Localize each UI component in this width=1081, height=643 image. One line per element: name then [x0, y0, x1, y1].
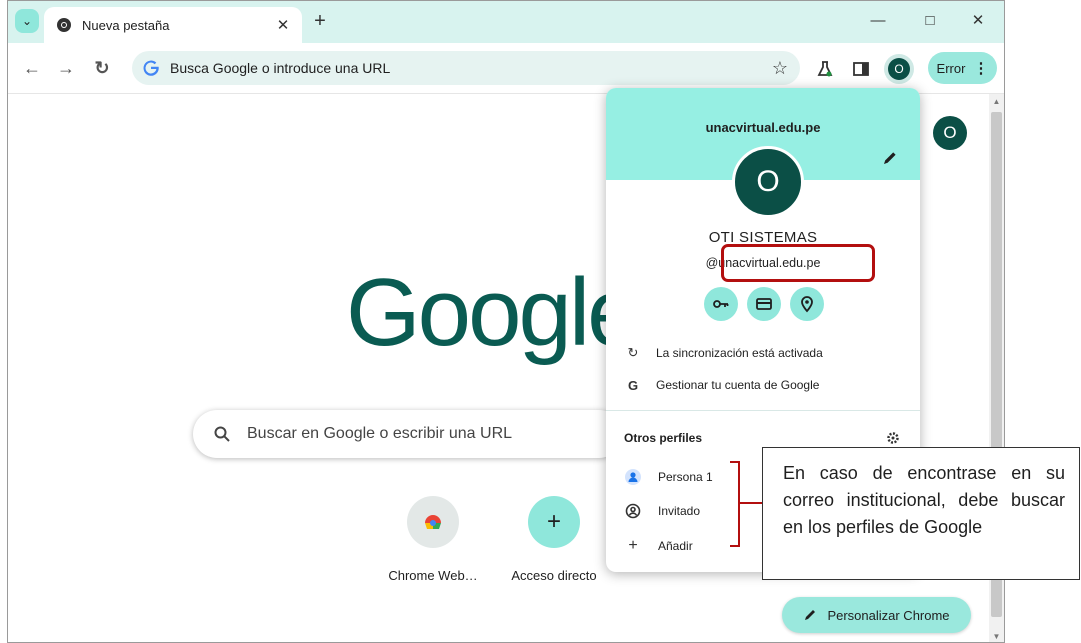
search-icon	[214, 426, 230, 442]
divider	[606, 410, 920, 411]
location-pin-icon	[801, 296, 813, 313]
passwords-button[interactable]	[704, 287, 738, 321]
tab-title: Nueva pestaña	[82, 17, 170, 33]
tab-new-tab[interactable]: Nueva pestaña ✕	[44, 7, 302, 43]
search-input[interactable]: Buscar en Google o escribir una URL	[193, 410, 623, 458]
profile-label: Invitado	[658, 504, 701, 518]
back-button[interactable]: ←	[20, 57, 44, 79]
edit-pencil-icon[interactable]	[882, 150, 898, 166]
google-g-icon	[142, 59, 160, 77]
personalize-label: Personalizar Chrome	[827, 607, 950, 623]
profile-label: Persona 1	[658, 470, 713, 484]
avatar: O	[732, 146, 804, 218]
sync-status-row[interactable]: ↻ La sincronización está activada	[606, 340, 920, 366]
tab-strip: ⌄ Nueva pestaña ✕ + — □ ✕	[8, 1, 1004, 43]
new-tab-button[interactable]: +	[308, 10, 332, 32]
shortcut-label: Acceso directo	[511, 568, 597, 583]
guest-icon	[624, 503, 642, 519]
scroll-up-icon[interactable]: ▲	[989, 97, 1004, 106]
omnibox-text: Busca Google o introduce una URL	[170, 60, 391, 76]
bracket-connector	[740, 502, 762, 504]
shortcut-label: Chrome Web…	[388, 568, 478, 583]
gear-icon[interactable]	[886, 431, 900, 445]
tab-search-button[interactable]: ⌄	[15, 9, 39, 33]
payment-card-icon	[756, 298, 772, 310]
personalize-chrome-button[interactable]: Personalizar Chrome	[782, 597, 971, 633]
maximize-button[interactable]: □	[910, 9, 950, 33]
person-icon	[624, 469, 642, 485]
annotation-callout: En caso de encontrase en su correo insti…	[762, 447, 1080, 580]
pencil-icon	[805, 610, 816, 620]
chrome-icon	[56, 17, 72, 33]
avatar: O	[888, 58, 910, 80]
manage-account-label: Gestionar tu cuenta de Google	[656, 378, 820, 392]
profiles-bracket	[730, 461, 740, 547]
email-highlight-box	[721, 244, 875, 282]
forward-button[interactable]: →	[54, 57, 78, 79]
bookmark-star-icon[interactable]: ☆	[772, 58, 788, 79]
profile-label: Añadir	[658, 539, 693, 553]
shortcut-chrome-web-store[interactable]: Chrome Web…	[378, 496, 488, 583]
labs-flask-icon[interactable]	[814, 58, 836, 80]
sync-icon: ↻	[627, 345, 639, 360]
profile-avatar-button[interactable]: O	[884, 54, 914, 84]
profile-domain: unacvirtual.edu.pe	[705, 120, 821, 135]
reload-button[interactable]: ↻	[90, 57, 114, 79]
add-icon: +	[528, 496, 580, 548]
close-window-button[interactable]: ✕	[958, 9, 998, 33]
side-panel-icon[interactable]	[850, 58, 872, 80]
google-g-icon: G	[627, 377, 639, 393]
google-logo: Google	[346, 259, 641, 366]
manage-account-row[interactable]: G Gestionar tu cuenta de Google	[606, 372, 920, 398]
scroll-down-icon[interactable]: ▼	[989, 632, 1004, 641]
error-menu-button[interactable]: Error ⋮	[928, 52, 997, 84]
close-tab-icon[interactable]: ✕	[274, 16, 292, 34]
omnibox[interactable]: Busca Google o introduce una URL ☆	[132, 51, 800, 85]
payment-methods-button[interactable]	[747, 287, 781, 321]
addresses-button[interactable]	[790, 287, 824, 321]
sync-label: La sincronización está activada	[656, 346, 823, 360]
shortcut-add[interactable]: + Acceso directo	[499, 496, 609, 583]
search-placeholder: Buscar en Google o escribir una URL	[247, 425, 513, 442]
error-label: Error	[936, 60, 966, 76]
minimize-button[interactable]: —	[858, 9, 898, 33]
more-vert-icon: ⋮	[973, 60, 989, 77]
other-profiles-title: Otros perfiles	[624, 431, 703, 445]
password-key-icon	[713, 300, 729, 308]
account-avatar[interactable]: O	[933, 116, 967, 150]
toolbar: ← → ↻ Busca Google o introduce una URL ☆…	[8, 43, 1004, 94]
add-icon: +	[628, 537, 638, 554]
chrome-web-store-icon	[407, 496, 459, 548]
